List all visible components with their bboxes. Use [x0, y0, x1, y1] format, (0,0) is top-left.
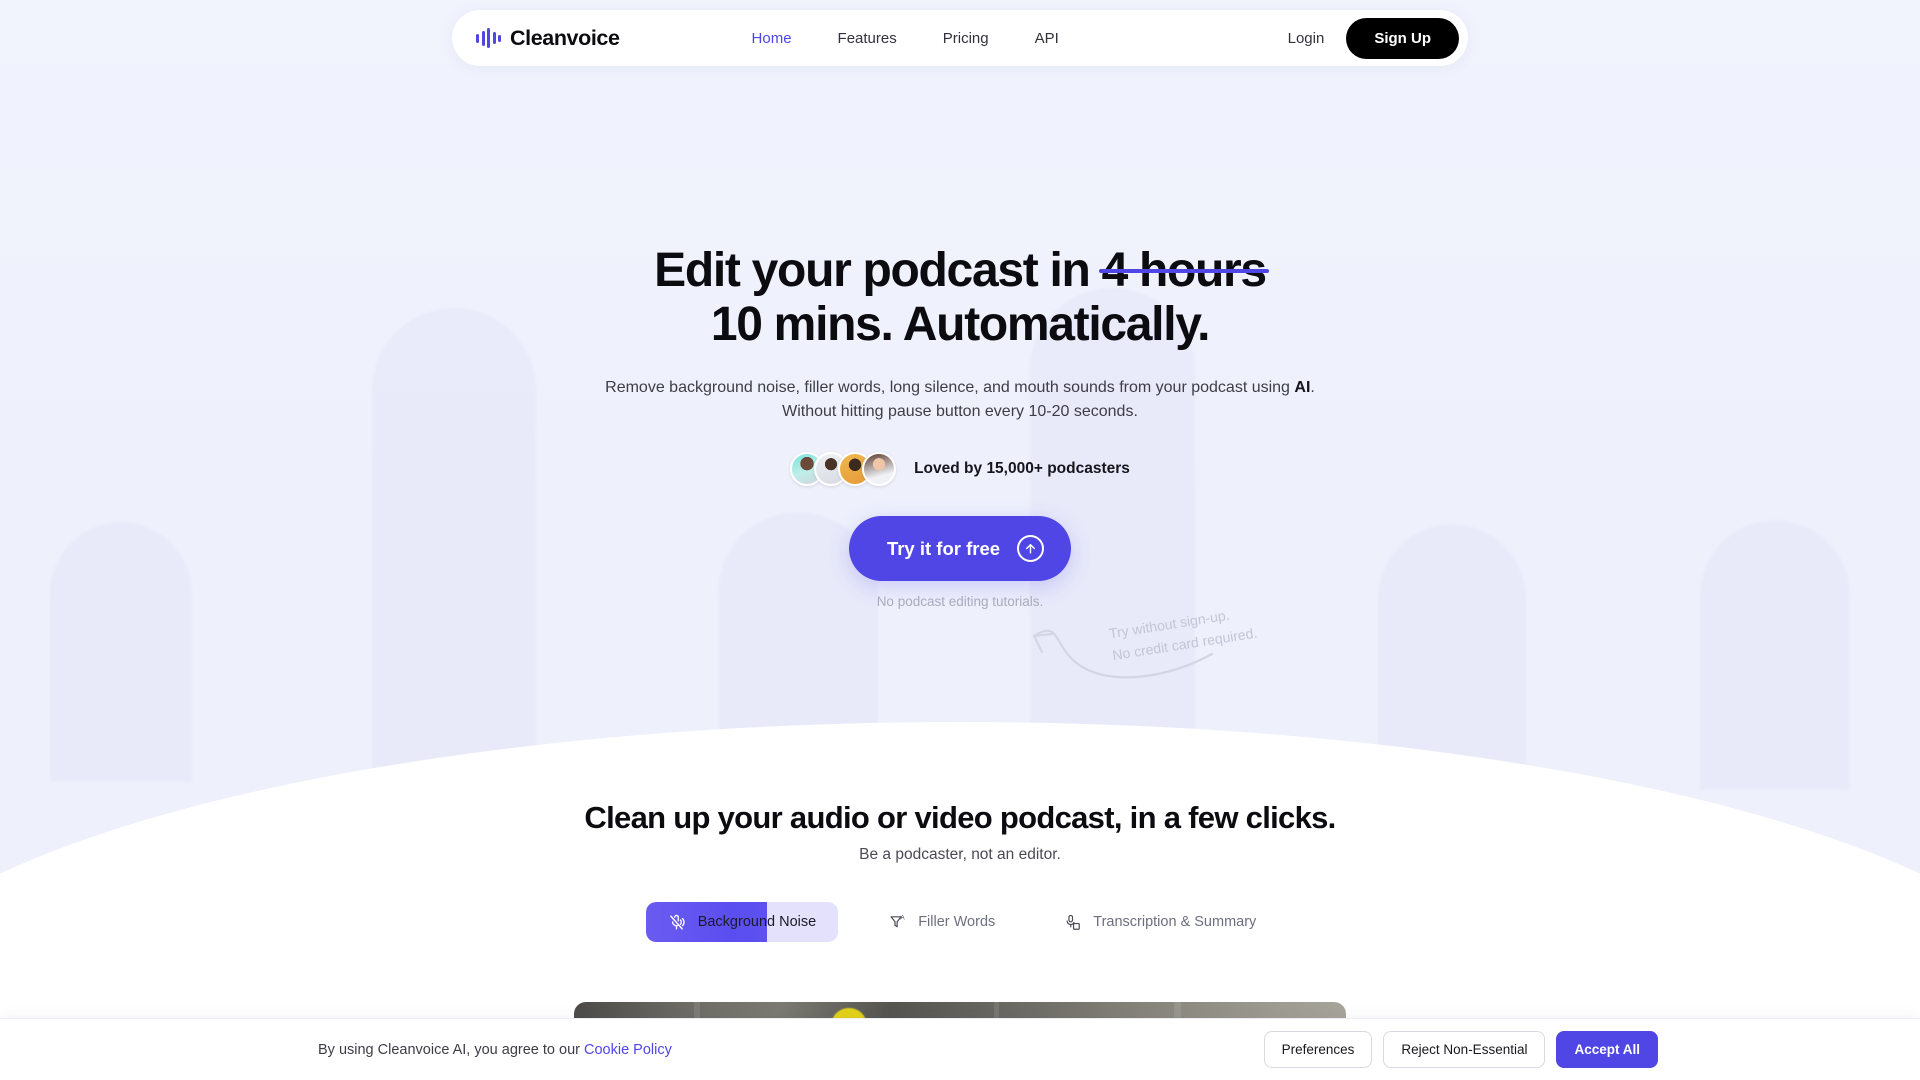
page-title: Edit your podcast in 4 hours 10 mins. Au… [0, 244, 1920, 352]
avatar-group [790, 452, 897, 487]
subtitle-pre: Remove background noise, filler words, l… [605, 379, 1295, 397]
login-link[interactable]: Login [1288, 30, 1325, 47]
nav-link-home[interactable]: Home [752, 30, 792, 47]
cookie-actions: Preferences Reject Non-Essential Accept … [1263, 1031, 1658, 1068]
mic-muted-icon [668, 913, 686, 931]
nav-link-features[interactable]: Features [838, 30, 897, 47]
headline-line2: 10 mins. Automatically. [710, 298, 1211, 352]
accept-all-button[interactable]: Accept All [1556, 1031, 1658, 1068]
cookie-policy-link[interactable]: Cookie Policy [584, 1042, 672, 1058]
nav-actions: Login Sign Up [1288, 17, 1459, 59]
page-root: Cleanvoice Home Features Pricing API Log… [0, 0, 1920, 1080]
preferences-button[interactable]: Preferences [1263, 1031, 1373, 1068]
features-title: Clean up your audio or video podcast, in… [584, 800, 1336, 835]
feature-tabs: Background Noise A Filler Words Transcri… [0, 902, 1920, 942]
mic-document-icon [1063, 913, 1081, 931]
reject-non-essential-button[interactable]: Reject Non-Essential [1383, 1031, 1546, 1068]
nav-links: Home Features Pricing API [752, 30, 1059, 47]
subtitle-post: . [1310, 379, 1315, 397]
cookie-banner: By using Cleanvoice AI, you agree to our… [0, 1018, 1920, 1080]
features-section: Clean up your audio or video podcast, in… [0, 800, 1920, 942]
navbar: Cleanvoice Home Features Pricing API Log… [452, 10, 1468, 66]
tab-filler-words[interactable]: A Filler Words [870, 902, 1013, 942]
cta-note: No podcast editing tutorials. [876, 594, 1044, 610]
headline-line1-pre: Edit your podcast in [654, 244, 1102, 297]
headline-strikethrough: 4 hours [1098, 244, 1270, 297]
tab-label: Background Noise [697, 914, 817, 930]
svg-text:A: A [900, 914, 905, 921]
nav-link-api[interactable]: API [1035, 30, 1059, 47]
cookie-text-pre: By using Cleanvoice AI, you agree to our [318, 1041, 584, 1058]
try-it-free-button[interactable]: Try it for free [848, 516, 1072, 582]
hero-section: Edit your podcast in 4 hours 10 mins. Au… [0, 0, 1920, 609]
tab-label: Transcription & Summary [1093, 914, 1257, 930]
cta-container: Try it for free No podcast editing tutor… [0, 516, 1920, 609]
nav-link-pricing[interactable]: Pricing [943, 30, 989, 47]
signup-button[interactable]: Sign Up [1346, 17, 1459, 59]
social-proof: Loved by 15,000+ podcasters [0, 452, 1920, 487]
cta-label: Try it for free [886, 537, 1001, 559]
arrow-up-circle-icon [1017, 535, 1045, 563]
social-proof-label: Loved by 15,000+ podcasters [914, 460, 1130, 478]
subtitle-bold: AI [1294, 379, 1311, 397]
brand-logo[interactable]: Cleanvoice [476, 26, 620, 51]
tab-transcription-summary[interactable]: Transcription & Summary [1045, 902, 1274, 942]
subtitle-line2: Without hitting pause button every 10-20… [782, 403, 1138, 421]
brand-name: Cleanvoice [510, 25, 620, 50]
cookie-text: By using Cleanvoice AI, you agree to our… [318, 1042, 672, 1058]
hero-subtitle: Remove background noise, filler words, l… [0, 376, 1920, 424]
avatar [862, 452, 897, 487]
tab-label: Filler Words [918, 914, 996, 930]
tab-background-noise[interactable]: Background Noise [645, 902, 839, 942]
features-subtitle: Be a podcaster, not an editor. [859, 846, 1061, 863]
waveform-icon [476, 28, 501, 48]
filter-funnel-icon: A [888, 913, 906, 931]
